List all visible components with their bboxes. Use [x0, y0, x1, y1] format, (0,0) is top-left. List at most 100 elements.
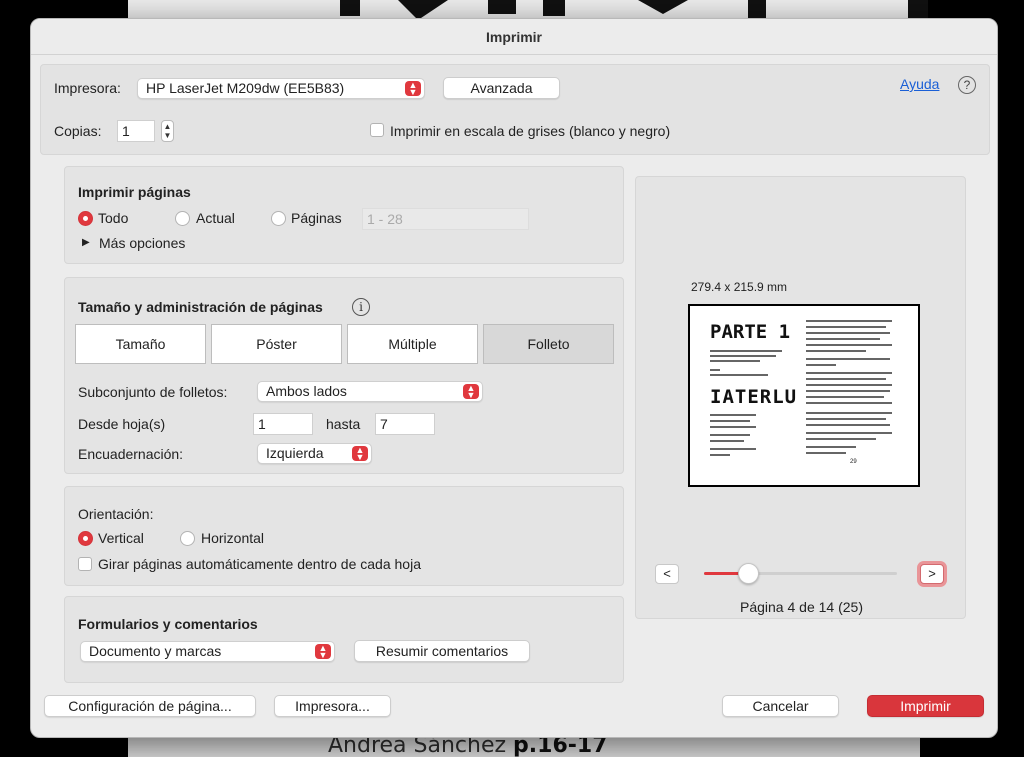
- text-line: [710, 414, 756, 416]
- orientation-title: Orientación:: [78, 506, 154, 522]
- radio-vertical[interactable]: [78, 531, 93, 546]
- preview-panel: 279.4 x 215.9 mm PARTE 1 IATERLU 29 < > …: [635, 176, 966, 619]
- radio-actual-label: Actual: [196, 210, 235, 226]
- page-size-group: Tamaño y administración de páginas i Tam…: [64, 277, 624, 474]
- text-line: [806, 412, 892, 414]
- text-line: [710, 350, 782, 352]
- disclosure-triangle-icon[interactable]: ▶: [82, 237, 90, 248]
- previous-page-button[interactable]: <: [655, 564, 679, 584]
- to-sheet-input[interactable]: 7: [375, 413, 435, 435]
- text-line: [710, 420, 750, 422]
- text-line: [710, 355, 776, 357]
- text-line: [710, 434, 750, 436]
- text-line: [710, 454, 730, 456]
- booklet-subset-select[interactable]: Ambos lados ▲ ▼: [257, 381, 483, 402]
- binding-value: Izquierda: [266, 445, 324, 461]
- grayscale-label: Imprimir en escala de grises (blanco y n…: [390, 123, 671, 139]
- binding-select[interactable]: Izquierda ▲ ▼: [257, 443, 372, 464]
- mini-page-number: 29: [850, 459, 857, 465]
- page-setup-button[interactable]: Configuración de página...: [44, 695, 256, 717]
- copies-input[interactable]: 1: [117, 120, 155, 142]
- text-line: [806, 364, 836, 366]
- chevron-updown-icon: ▲ ▼: [463, 384, 479, 400]
- orientation-group: Orientación: Vertical Horizontal Girar p…: [64, 486, 624, 586]
- copies-label: Copias:: [54, 123, 102, 139]
- forms-title: Formularios y comentarios: [78, 616, 258, 632]
- paper-size-label: 279.4 x 215.9 mm: [691, 280, 788, 294]
- text-line: [806, 418, 886, 420]
- cancel-button[interactable]: Cancelar: [722, 695, 839, 717]
- text-line: [806, 402, 892, 404]
- auto-rotate-label: Girar páginas automáticamente dentro de …: [98, 556, 421, 572]
- printer-button[interactable]: Impresora...: [274, 695, 391, 717]
- more-options-toggle[interactable]: Más opciones: [99, 235, 185, 251]
- printer-select-value: HP LaserJet M209dw (EE5B83): [146, 80, 345, 96]
- mini-title-2: IATERLU: [710, 386, 798, 408]
- tab-multiple[interactable]: Múltiple: [347, 324, 478, 364]
- text-line: [806, 320, 892, 322]
- to-label: hasta: [326, 416, 361, 432]
- dialog-title: Imprimir: [31, 19, 997, 55]
- radio-actual[interactable]: [175, 211, 190, 226]
- booklet-subset-value: Ambos lados: [266, 383, 347, 399]
- printer-label: Impresora:: [54, 80, 121, 96]
- text-line: [806, 378, 886, 380]
- radio-todo[interactable]: [78, 211, 93, 226]
- help-link[interactable]: Ayuda: [900, 76, 939, 92]
- page-size-title: Tamaño y administración de páginas: [78, 299, 323, 315]
- advanced-button[interactable]: Avanzada: [443, 77, 560, 99]
- info-icon[interactable]: i: [352, 298, 370, 316]
- print-dialog: Imprimir Impresora: HP LaserJet M209dw (…: [30, 18, 998, 738]
- radio-vertical-label: Vertical: [98, 530, 144, 546]
- print-pages-group: Imprimir páginas Todo Actual Páginas 1 -…: [64, 166, 624, 264]
- text-line: [806, 390, 890, 392]
- page-preview-content: PARTE 1 IATERLU 29: [702, 314, 906, 477]
- tab-tamano[interactable]: Tamaño: [75, 324, 206, 364]
- text-line: [806, 350, 866, 352]
- text-line: [710, 369, 720, 371]
- radio-horizontal-label: Horizontal: [201, 530, 265, 546]
- text-line: [806, 384, 892, 386]
- print-button[interactable]: Imprimir: [867, 695, 984, 717]
- text-line: [710, 360, 760, 362]
- from-sheet-input[interactable]: 1: [253, 413, 313, 435]
- chevron-updown-icon: ▲ ▼: [315, 644, 331, 660]
- radio-horizontal[interactable]: [180, 531, 195, 546]
- print-pages-title: Imprimir páginas: [78, 184, 191, 200]
- page-indicator: Página 4 de 14 (25): [740, 599, 863, 615]
- text-line: [806, 432, 892, 434]
- text-line: [806, 424, 890, 426]
- radio-paginas[interactable]: [271, 211, 286, 226]
- text-line: [710, 448, 756, 450]
- tab-folleto[interactable]: Folleto: [483, 324, 614, 364]
- auto-rotate-checkbox[interactable]: [78, 557, 92, 571]
- mini-title-1: PARTE 1: [710, 321, 791, 343]
- next-page-button[interactable]: >: [920, 564, 944, 584]
- summarize-comments-button[interactable]: Resumir comentarios: [354, 640, 530, 662]
- forms-group: Formularios y comentarios Documento y ma…: [64, 596, 624, 683]
- page-slider-knob[interactable]: [738, 563, 760, 584]
- text-line: [806, 446, 856, 448]
- printer-select[interactable]: HP LaserJet M209dw (EE5B83) ▲ ▼: [137, 78, 425, 99]
- text-line: [710, 426, 756, 428]
- page-slider[interactable]: [704, 563, 897, 584]
- radio-paginas-label: Páginas: [291, 210, 342, 226]
- text-line: [806, 358, 890, 360]
- help-icon[interactable]: ?: [958, 76, 976, 94]
- text-line: [710, 374, 768, 376]
- binding-label: Encuadernación:: [78, 446, 184, 462]
- from-sheet-label: Desde hoja(s): [78, 416, 166, 432]
- chevron-updown-icon: ▲ ▼: [352, 446, 368, 462]
- tab-poster[interactable]: Póster: [211, 324, 342, 364]
- printer-settings-panel: Impresora: HP LaserJet M209dw (EE5B83) ▲…: [40, 64, 990, 155]
- text-line: [710, 440, 744, 442]
- page-preview: PARTE 1 IATERLU 29: [688, 304, 920, 487]
- grayscale-checkbox[interactable]: [370, 123, 384, 137]
- page-range-input[interactable]: 1 - 28: [362, 208, 529, 230]
- text-line: [806, 326, 886, 328]
- forms-select[interactable]: Documento y marcas ▲ ▼: [80, 641, 335, 662]
- text-line: [806, 344, 892, 346]
- background-artwork: [340, 0, 928, 20]
- copies-stepper[interactable]: ▲ ▼: [161, 120, 174, 142]
- forms-select-value: Documento y marcas: [89, 643, 222, 659]
